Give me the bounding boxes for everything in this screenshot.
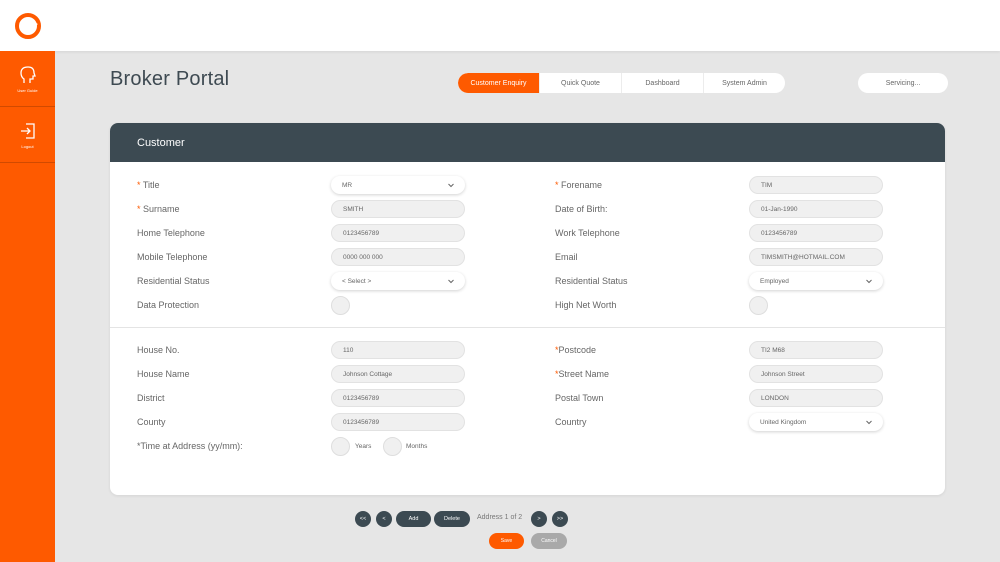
surname-field[interactable]: SMITH — [331, 200, 465, 218]
chevron-down-icon — [448, 183, 454, 188]
section-divider — [110, 327, 945, 328]
data-protection-toggle[interactable] — [331, 296, 350, 315]
prev-address-button[interactable]: < — [376, 511, 392, 527]
first-address-button[interactable]: << — [355, 511, 371, 527]
employment-status-select[interactable]: Employed — [749, 272, 883, 290]
district-label: District — [137, 393, 165, 403]
time-at-address-label: *Time at Address (yy/mm): — [137, 441, 243, 451]
add-address-button[interactable]: Add — [396, 511, 431, 527]
months-label: Months — [406, 443, 428, 450]
residential-status-2-label: Residential Status — [555, 276, 628, 286]
postcode-label: *Postcode — [555, 345, 597, 355]
next-address-button[interactable]: > — [531, 511, 547, 527]
work-telephone-field[interactable]: 0123456789 — [749, 224, 883, 242]
servicing-dropdown[interactable]: Servicing... — [858, 73, 948, 93]
house-name-field[interactable]: Johnson Cottage — [331, 365, 465, 383]
street-name-label: *Street Name — [555, 369, 610, 379]
logo-icon — [14, 12, 41, 39]
mobile-telephone-field[interactable]: 0000 000 000 — [331, 248, 465, 266]
postal-town-label: Postal Town — [555, 393, 604, 403]
country-select[interactable]: United Kingdom — [749, 413, 883, 431]
dob-field[interactable]: 01-Jan-1990 — [749, 200, 883, 218]
house-no-field[interactable]: 110 — [331, 341, 465, 359]
home-telephone-field[interactable]: 0123456789 — [331, 224, 465, 242]
dob-label: Date of Birth: — [555, 204, 608, 214]
top-bar — [0, 0, 1000, 51]
tab-system-admin[interactable]: System Admin — [704, 73, 785, 93]
head-icon — [19, 65, 36, 83]
email-field[interactable]: TIMSMITH@HOTMAIL.COM — [749, 248, 883, 266]
data-protection-label: Data Protection — [137, 300, 200, 310]
house-name-label: House Name — [137, 369, 190, 379]
logout-icon — [20, 122, 35, 139]
employment-status-value: Employed — [760, 277, 789, 285]
save-button[interactable]: Save — [489, 533, 524, 549]
postcode-field[interactable]: TI2 M68 — [749, 341, 883, 359]
forename-label: * Forename — [555, 180, 603, 190]
work-telephone-label: Work Telephone — [555, 228, 620, 238]
high-net-worth-label: High Net Worth — [555, 300, 617, 310]
delete-address-button[interactable]: Delete — [434, 511, 470, 527]
postal-town-field[interactable]: LONDON — [749, 389, 883, 407]
nav-tabs: Customer Enquiry Quick Quote Dashboard S… — [458, 73, 785, 93]
mobile-telephone-label: Mobile Telephone — [137, 252, 208, 262]
sidebar: User Guide Logout — [0, 51, 55, 562]
title-label: * Title — [137, 180, 160, 190]
surname-label: * Surname — [137, 204, 180, 214]
high-net-worth-toggle[interactable] — [749, 296, 768, 315]
house-no-label: House No. — [137, 345, 180, 355]
country-select-value: United Kingdom — [760, 418, 807, 426]
residential-status-label: Residential Status — [137, 276, 210, 286]
years-input[interactable] — [331, 437, 350, 456]
card-header: Customer — [110, 123, 945, 162]
cancel-button[interactable]: Cancel — [531, 533, 567, 549]
email-label: Email — [555, 252, 578, 262]
title-select-value: MR — [342, 181, 353, 189]
tab-dashboard[interactable]: Dashboard — [622, 73, 704, 93]
street-name-field[interactable]: Johnson Street — [749, 365, 883, 383]
brand-logo[interactable] — [0, 0, 55, 51]
sidebar-item-label: User Guide — [17, 87, 38, 93]
residential-status-select[interactable]: < Select > — [331, 272, 465, 290]
sidebar-item-user-guide[interactable]: User Guide — [0, 51, 55, 107]
chevron-down-icon — [866, 279, 872, 284]
tab-quick-quote[interactable]: Quick Quote — [540, 73, 622, 93]
years-label: Years — [355, 443, 372, 450]
district-field[interactable]: 0123456789 — [331, 389, 465, 407]
county-field[interactable]: 0123456789 — [331, 413, 465, 431]
chevron-down-icon — [866, 420, 872, 425]
last-address-button[interactable]: >> — [552, 511, 568, 527]
chevron-down-icon — [448, 279, 454, 284]
country-label: Country — [555, 417, 587, 427]
residential-status-value: < Select > — [342, 277, 372, 285]
home-telephone-label: Home Telephone — [137, 228, 205, 238]
months-input[interactable] — [383, 437, 402, 456]
address-page-status: Address 1 of 2 — [477, 514, 523, 521]
title-select[interactable]: MR — [331, 176, 465, 194]
sidebar-item-label: Logout — [21, 143, 34, 149]
page-title: Broker Portal — [110, 68, 230, 90]
forename-field[interactable]: TIM — [749, 176, 883, 194]
tab-customer-enquiry[interactable]: Customer Enquiry — [458, 73, 540, 93]
county-label: County — [137, 417, 166, 427]
sidebar-item-logout[interactable]: Logout — [0, 107, 55, 163]
customer-card: Customer * Title MR * Forename TIM * Sur… — [110, 123, 945, 495]
